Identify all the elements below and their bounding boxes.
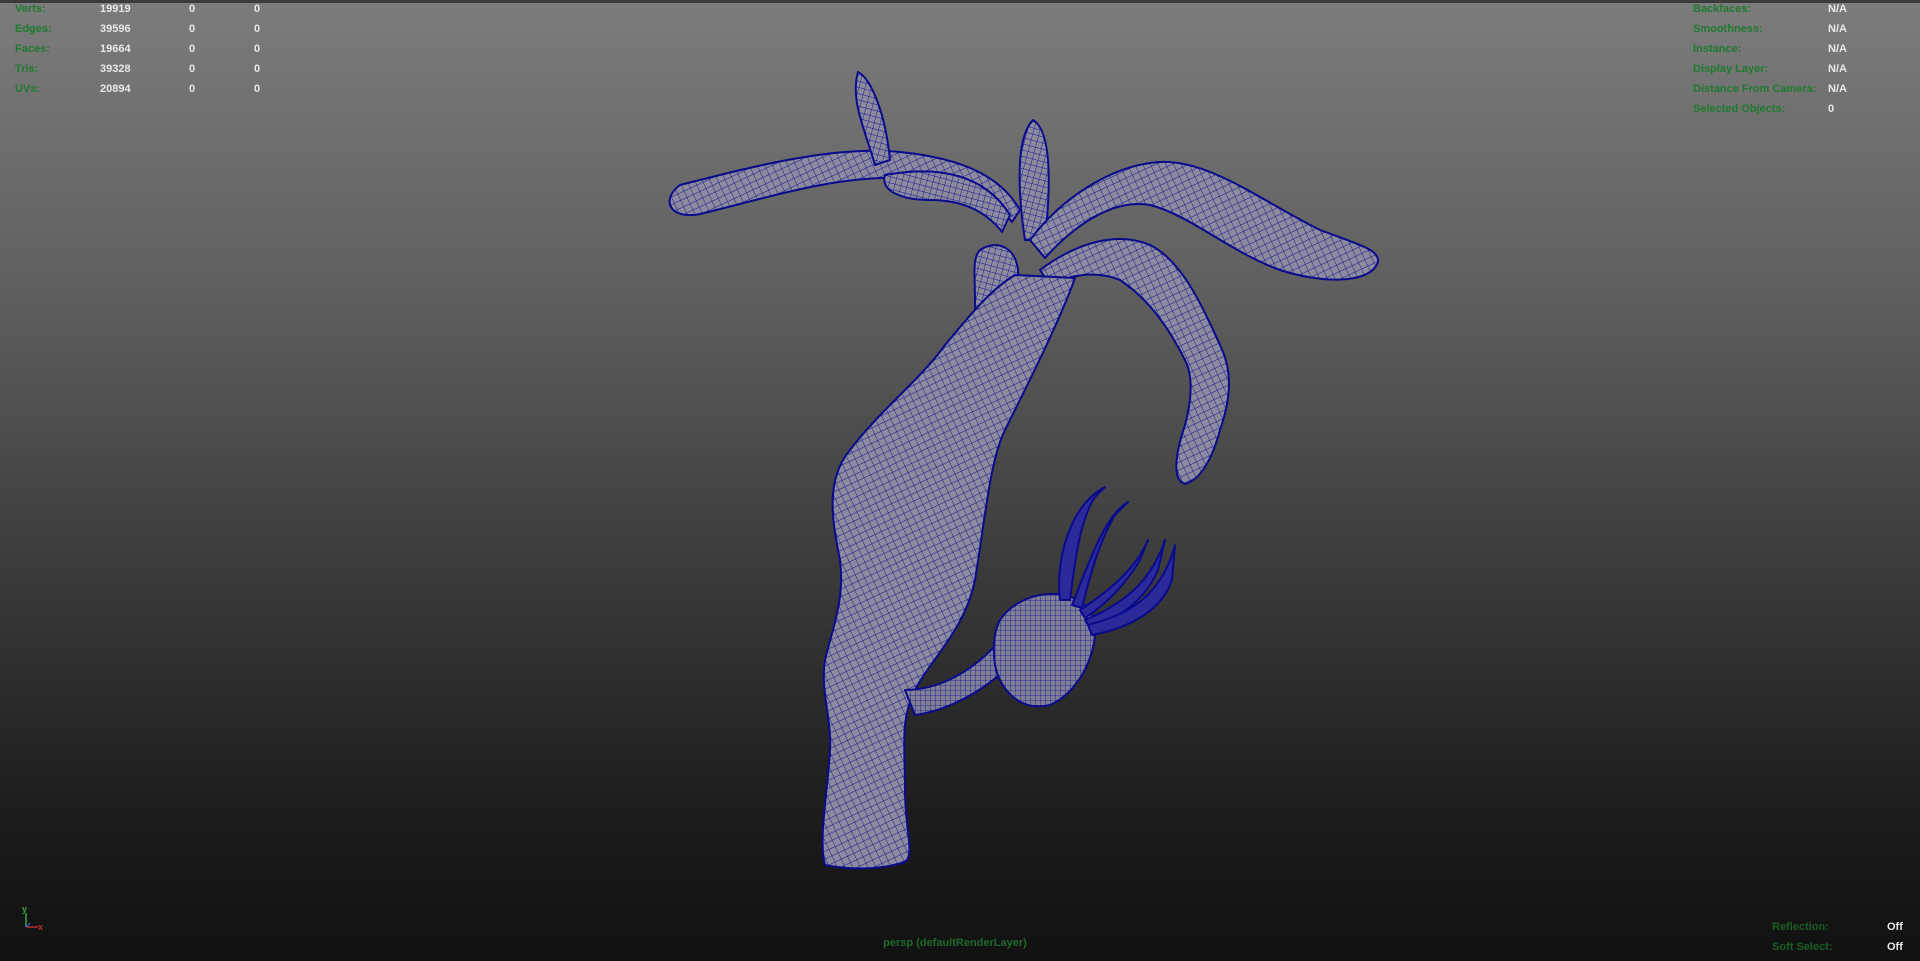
hud-value: 0 <box>254 63 261 75</box>
hud-value: 0 <box>189 43 196 55</box>
hud-row-reflection: Reflection: Off <box>1772 917 1912 937</box>
3d-viewport[interactable]: Verts: 19919 0 0 Edges: 39596 0 0 Faces:… <box>0 0 1920 961</box>
axis-y-label: y <box>22 905 27 914</box>
hud-label: Reflection: <box>1772 921 1829 933</box>
hud-value: Off <box>1887 921 1903 933</box>
hud-value: N/A <box>1828 43 1847 55</box>
hud-row-tris: Tris: 39328 0 0 <box>15 59 275 79</box>
hud-value: N/A <box>1828 83 1847 95</box>
hud-row-uvs: UVs: 20894 0 0 <box>15 79 275 99</box>
hud-value: 0 <box>254 3 261 15</box>
hud-value: 19664 <box>100 43 131 55</box>
hud-label: Backfaces: <box>1693 3 1752 15</box>
hud-value: 0 <box>189 3 196 15</box>
hud-label: Instance: <box>1693 43 1742 55</box>
hud-label: Selected Objects: <box>1693 103 1786 115</box>
hud-value: 0 <box>189 63 196 75</box>
hud-value: N/A <box>1828 63 1847 75</box>
tentacle-hook <box>1039 238 1230 485</box>
hud-label: Distance From Camera: <box>1693 83 1817 95</box>
hud-value: 0 <box>254 23 261 35</box>
hud-value: 0 <box>1828 103 1835 115</box>
hud-value: 19919 <box>100 3 131 15</box>
axis-gizmo-icon: y x <box>22 905 43 932</box>
hud-label: UVs: <box>15 83 41 95</box>
hud-value: 39328 <box>100 63 131 75</box>
hud-label: Display Layer: <box>1693 63 1769 75</box>
hud-object-details: Backfaces: N/A Smoothness: N/A Instance:… <box>1693 0 1913 119</box>
camera-name-label: persp (defaultRenderLayer) <box>883 937 1027 949</box>
hud-label: Tris: <box>15 63 39 75</box>
hud-label: Verts: <box>15 3 46 15</box>
hud-row-edges: Edges: 39596 0 0 <box>15 19 275 39</box>
hud-row-selected-objects: Selected Objects: 0 <box>1693 99 1913 119</box>
axis-x-label: x <box>38 922 43 932</box>
hud-row-faces: Faces: 19664 0 0 <box>15 39 275 59</box>
hud-row-instance: Instance: N/A <box>1693 39 1913 59</box>
hydra-body <box>821 274 1076 870</box>
hud-value: 20894 <box>100 83 131 95</box>
hud-poly-count: Verts: 19919 0 0 Edges: 39596 0 0 Faces:… <box>15 0 275 99</box>
hud-row-display-layer: Display Layer: N/A <box>1693 59 1913 79</box>
hud-value: 39596 <box>100 23 131 35</box>
hud-value: 0 <box>254 43 261 55</box>
hud-label: Faces: <box>15 43 50 55</box>
hud-row-verts: Verts: 19919 0 0 <box>15 0 275 19</box>
hud-value: N/A <box>1828 23 1847 35</box>
hud-row-smoothness: Smoothness: N/A <box>1693 19 1913 39</box>
hud-row-distance: Distance From Camera: N/A <box>1693 79 1913 99</box>
hud-label: Edges: <box>15 23 52 35</box>
hud-value: 0 <box>254 83 261 95</box>
small-bud-tentacle-5 <box>1087 544 1176 636</box>
hud-value: N/A <box>1828 3 1847 15</box>
hud-value: 0 <box>189 83 196 95</box>
hud-value: 0 <box>189 23 196 35</box>
hud-row-backfaces: Backfaces: N/A <box>1693 0 1913 19</box>
hud-label: Smoothness: <box>1693 23 1763 35</box>
hydra-wireframe-mesh[interactable] <box>0 0 1920 961</box>
